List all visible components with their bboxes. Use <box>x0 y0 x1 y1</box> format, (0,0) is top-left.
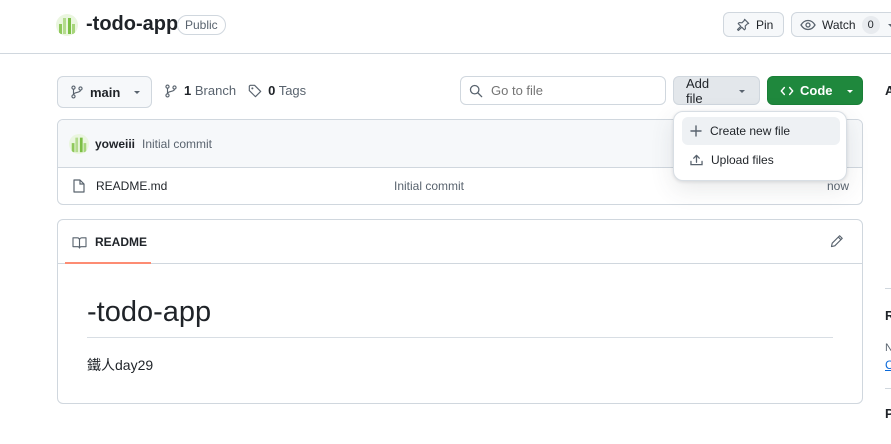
divider <box>87 337 833 338</box>
visibility-badge: Public <box>177 15 226 35</box>
commit-author-link[interactable]: yoweiii <box>95 137 135 151</box>
sidebar-about-heading: A <box>885 83 891 98</box>
file-icon <box>73 179 85 193</box>
search-icon <box>469 84 483 98</box>
readme-title: -todo-app <box>87 296 212 328</box>
divider <box>885 388 891 389</box>
chevron-down-icon <box>132 87 142 97</box>
repo-header: -todo-app Public Pin Watch 0 <box>0 0 891 54</box>
pin-label: Pin <box>756 17 774 32</box>
tab-readme[interactable]: README <box>72 235 147 249</box>
readme-header: README <box>58 220 862 264</box>
chevron-down-icon <box>886 20 891 30</box>
code-label: Code <box>800 83 833 98</box>
add-file-button[interactable]: Add file <box>673 75 760 106</box>
branches-link[interactable]: 1 Branch <box>184 83 236 98</box>
sidebar-releases-heading: R <box>885 308 891 323</box>
branch-tag-info: 1 Branch 0 Tags <box>164 83 306 98</box>
plus-icon <box>690 125 702 137</box>
commit-message-link[interactable]: Initial commit <box>142 137 212 151</box>
tags-link[interactable]: 0 Tags <box>268 83 306 98</box>
divider <box>885 288 891 289</box>
branch-icon <box>70 85 84 99</box>
repo-owner-avatar[interactable] <box>56 14 78 36</box>
branch-selector[interactable]: main <box>57 76 152 108</box>
tag-icon <box>248 84 262 98</box>
add-file-menu: Create new file Upload files <box>673 111 847 181</box>
branch-name: main <box>90 84 121 100</box>
pin-button[interactable]: Pin <box>723 12 784 37</box>
repo-name-link[interactable]: -todo-app <box>86 13 178 36</box>
pin-icon <box>736 18 750 32</box>
sidebar-clipped-link[interactable]: C <box>885 358 891 372</box>
readme-panel: README -todo-app 鐵人day29 <box>57 219 863 404</box>
menu-item-create-new-file[interactable]: Create new file <box>682 117 840 145</box>
eye-icon <box>800 18 816 32</box>
add-file-label: Add file <box>686 75 710 106</box>
sidebar-packages-heading: P <box>885 406 891 421</box>
pencil-icon[interactable] <box>830 234 844 248</box>
chevron-down-icon <box>845 86 855 96</box>
watch-button[interactable]: Watch 0 <box>791 12 891 37</box>
active-tab-indicator <box>65 262 151 264</box>
menu-item-label: Create new file <box>710 124 791 138</box>
avatar[interactable] <box>69 134 89 154</box>
file-time: now <box>826 179 849 193</box>
upload-icon <box>690 154 703 166</box>
book-icon <box>72 236 87 249</box>
file-commit-link[interactable]: Initial commit <box>394 179 464 193</box>
sidebar-clipped-text: N <box>885 342 891 354</box>
go-to-file-field[interactable]: t <box>460 76 692 105</box>
watch-count: 0 <box>861 15 880 34</box>
menu-item-upload-files[interactable]: Upload files <box>682 146 840 174</box>
branch-icon <box>164 83 178 98</box>
go-to-file-input[interactable] <box>491 83 667 98</box>
code-icon <box>780 84 794 98</box>
readme-tab-label: README <box>95 235 148 249</box>
readme-body: 鐵人day29 <box>87 357 154 373</box>
file-name-link[interactable]: README.md <box>96 179 167 193</box>
watch-label: Watch <box>822 17 856 32</box>
chevron-down-icon <box>737 86 747 96</box>
menu-item-label: Upload files <box>711 153 774 167</box>
code-button[interactable]: Code <box>767 76 863 105</box>
